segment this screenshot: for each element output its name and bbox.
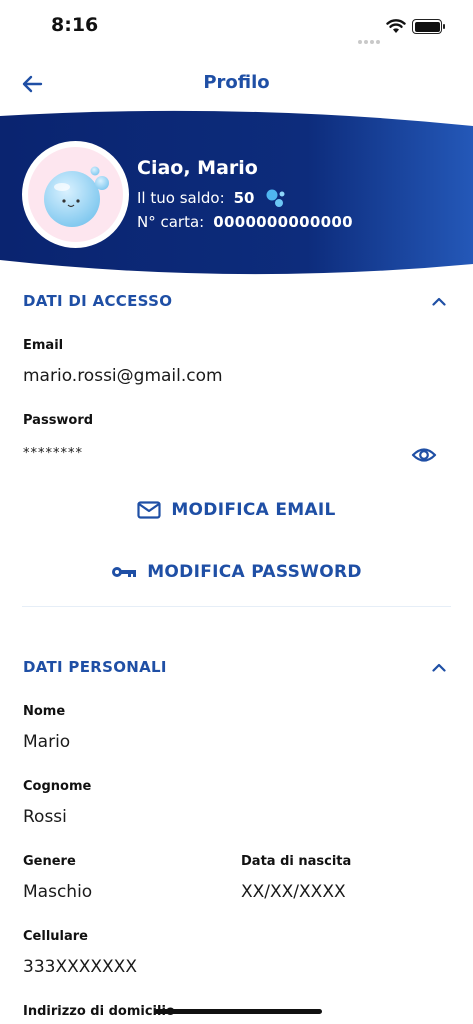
mail-icon bbox=[137, 501, 161, 519]
password-value: ******** bbox=[23, 446, 83, 461]
balance-label: Il tuo saldo: bbox=[137, 189, 225, 207]
avatar[interactable] bbox=[22, 141, 129, 248]
personal-section-title: DATI PERSONALI bbox=[23, 658, 167, 676]
eye-icon[interactable] bbox=[411, 445, 437, 465]
surname-label: Cognome bbox=[23, 779, 92, 794]
signal-icon bbox=[358, 29, 382, 48]
gender-value: Maschio bbox=[23, 882, 93, 902]
chevron-up-icon[interactable] bbox=[427, 289, 451, 313]
greeting: Ciao, Mario bbox=[137, 157, 258, 179]
birthdate-label: Data di nascita bbox=[241, 854, 352, 869]
birthdate-value: XX/XX/XXXX bbox=[241, 882, 346, 902]
chevron-up-icon[interactable] bbox=[427, 655, 451, 679]
balance-value: 50 bbox=[233, 189, 255, 207]
password-label: Password bbox=[23, 413, 94, 428]
edit-email-label: MODIFICA EMAIL bbox=[171, 500, 336, 520]
surname-value: Rossi bbox=[23, 807, 67, 827]
name-value: Mario bbox=[23, 732, 71, 752]
edit-password-button[interactable]: MODIFICA PASSWORD bbox=[0, 554, 473, 590]
status-time: 8:16 bbox=[51, 14, 99, 36]
home-indicator bbox=[154, 1009, 322, 1014]
address-label: Indirizzo di domicilio bbox=[23, 1004, 175, 1019]
balance-row: Il tuo saldo: 50 bbox=[137, 188, 287, 208]
key-icon bbox=[111, 565, 137, 579]
battery-icon bbox=[412, 19, 445, 34]
personal-section-header[interactable]: DATI PERSONALI bbox=[23, 655, 451, 679]
edit-email-button[interactable]: MODIFICA EMAIL bbox=[0, 492, 473, 528]
status-bar: 8:16 bbox=[0, 0, 473, 54]
nav-bar: Profilo bbox=[0, 60, 473, 108]
phone-value: 333XXXXXXX bbox=[23, 957, 137, 977]
mascot-bubble-icon bbox=[44, 166, 109, 227]
card-label: N° carta: bbox=[137, 213, 205, 231]
access-section-header[interactable]: DATI DI ACCESSO bbox=[23, 289, 451, 313]
phone-label: Cellulare bbox=[23, 929, 88, 944]
card-number: 0000000000000 bbox=[213, 213, 353, 231]
card-row: N° carta: 0000000000000 bbox=[137, 212, 353, 232]
name-label: Nome bbox=[23, 704, 66, 719]
access-section-title: DATI DI ACCESSO bbox=[23, 292, 173, 310]
email-value: mario.rossi@gmail.com bbox=[23, 366, 223, 386]
page-title: Profilo bbox=[203, 72, 270, 93]
gender-label: Genere bbox=[23, 854, 76, 869]
email-label: Email bbox=[23, 338, 64, 353]
wifi-icon bbox=[386, 19, 406, 33]
bubbles-icon bbox=[266, 189, 284, 207]
section-divider bbox=[22, 606, 451, 607]
edit-password-label: MODIFICA PASSWORD bbox=[147, 562, 362, 582]
